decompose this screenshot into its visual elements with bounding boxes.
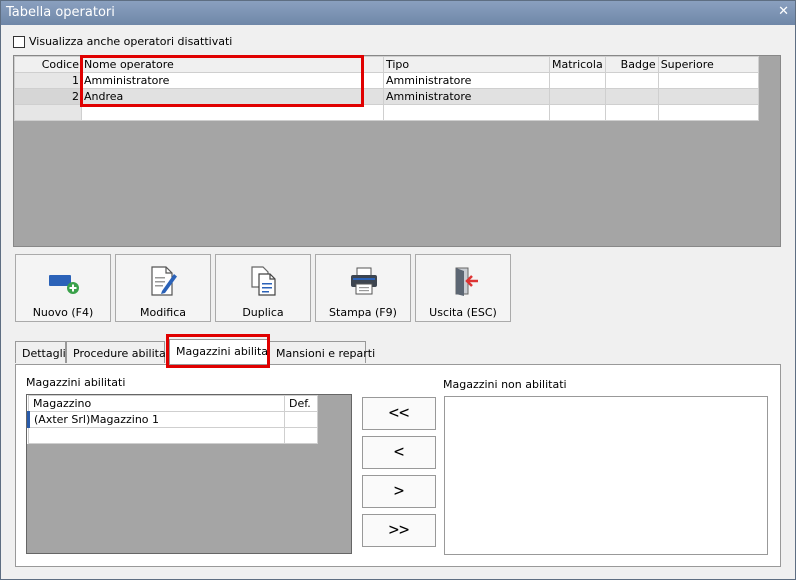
- stampa-label: Stampa (F9): [329, 306, 397, 319]
- col-header-def[interactable]: Def.: [284, 395, 318, 412]
- remove-all-button[interactable]: >>: [362, 514, 436, 547]
- cell-def[interactable]: [284, 411, 318, 428]
- col-header-magazzino[interactable]: Magazzino: [28, 395, 285, 412]
- cell-tipo[interactable]: [383, 104, 550, 121]
- operators-grid[interactable]: Codice Nome operatore Tipo Matricola Bad…: [13, 55, 781, 247]
- add-operator-icon: [49, 275, 79, 294]
- enabled-warehouses-grid[interactable]: Magazzino Def. (Axter Srl)Magazzino 1: [26, 394, 352, 554]
- cell-superiore[interactable]: [657, 104, 759, 121]
- cell-badge[interactable]: [604, 72, 659, 89]
- operators-table: Codice Nome operatore Tipo Matricola Bad…: [14, 56, 759, 121]
- duplica-button[interactable]: Duplica: [215, 254, 311, 322]
- cell-codice[interactable]: [14, 104, 82, 121]
- uscita-label: Uscita (ESC): [429, 306, 497, 319]
- cell-badge[interactable]: [604, 104, 659, 121]
- col-header-superiore[interactable]: Superiore: [657, 56, 759, 73]
- table-row[interactable]: (Axter Srl)Magazzino 1: [27, 411, 318, 428]
- disabled-warehouses-label: Magazzini non abilitati: [443, 378, 567, 391]
- cell-codice[interactable]: 2: [14, 88, 82, 105]
- close-icon[interactable]: ✕: [778, 4, 789, 19]
- show-disabled-checkbox[interactable]: [13, 35, 25, 48]
- empty-row[interactable]: [28, 427, 318, 444]
- stampa-button[interactable]: Stampa (F9): [315, 254, 411, 322]
- show-disabled-row[interactable]: Visualizza anche operatori disattivati: [13, 35, 232, 48]
- cell-superiore[interactable]: [657, 88, 759, 105]
- nuovo-label: Nuovo (F4): [32, 306, 94, 319]
- show-disabled-label: Visualizza anche operatori disattivati: [29, 35, 233, 48]
- enabled-warehouses-table: Magazzino Def. (Axter Srl)Magazzino 1: [27, 395, 318, 444]
- tab-procedure-abilitate[interactable]: Procedure abilitate: [66, 341, 177, 363]
- title-bar: Tabella operatori ✕: [1, 1, 795, 25]
- remove-button[interactable]: >: [362, 475, 436, 508]
- duplica-label: Duplica: [242, 306, 284, 319]
- cell-magazzino[interactable]: (Axter Srl)Magazzino 1: [27, 411, 285, 428]
- cell-nome[interactable]: Amministratore: [81, 72, 384, 89]
- disabled-warehouses-list[interactable]: [444, 396, 768, 555]
- cell-nome[interactable]: [81, 104, 384, 121]
- modifica-button[interactable]: Modifica: [115, 254, 211, 322]
- cell-matricola[interactable]: [549, 72, 606, 89]
- cell-nome[interactable]: Andrea: [81, 88, 384, 105]
- cell-def[interactable]: [284, 427, 318, 444]
- cell-magazzino[interactable]: [28, 427, 285, 444]
- operators-window: Tabella operatori ✕ Visualizza anche ope…: [0, 0, 796, 580]
- grid-header-row: Magazzino Def.: [28, 395, 318, 412]
- window-title: Tabella operatori: [6, 5, 115, 20]
- table-row[interactable]: 1 Amministratore Amministratore: [14, 72, 759, 89]
- printer-icon: [351, 267, 377, 295]
- add-button[interactable]: <: [362, 436, 436, 469]
- edit-document-icon: [151, 266, 177, 296]
- col-header-matricola[interactable]: Matricola: [549, 56, 606, 73]
- exit-door-icon: [455, 267, 478, 296]
- cell-codice[interactable]: 1: [14, 72, 82, 89]
- col-header-codice[interactable]: Codice: [14, 56, 82, 73]
- cell-superiore[interactable]: [657, 72, 759, 89]
- col-header-tipo[interactable]: Tipo: [383, 56, 550, 73]
- tab-mansioni-e-reparti[interactable]: Mansioni e reparti: [269, 341, 375, 363]
- col-header-nome[interactable]: Nome operatore: [81, 56, 384, 73]
- new-entry-row[interactable]: [14, 104, 759, 121]
- col-header-badge[interactable]: Badge: [604, 56, 659, 73]
- cell-matricola[interactable]: [549, 104, 606, 121]
- uscita-button[interactable]: Uscita (ESC): [415, 254, 511, 322]
- enabled-warehouses-label: Magazzini abilitati: [26, 376, 126, 389]
- tab-magazzini-abilitati[interactable]: Magazzini abilitati: [169, 339, 275, 365]
- tab-dettagli[interactable]: Dettagli: [15, 341, 66, 363]
- grid-header-row: Codice Nome operatore Tipo Matricola Bad…: [14, 56, 759, 73]
- magazzini-panel: Magazzini abilitati Magazzini non abilit…: [15, 364, 781, 567]
- add-all-button[interactable]: <<: [362, 397, 436, 430]
- table-row[interactable]: 2 Andrea Amministratore: [14, 88, 759, 105]
- cell-matricola[interactable]: [549, 88, 606, 105]
- cell-tipo[interactable]: Amministratore: [383, 88, 550, 105]
- modifica-label: Modifica: [140, 306, 186, 319]
- nuovo-button[interactable]: Nuovo (F4): [15, 254, 111, 322]
- cell-tipo[interactable]: Amministratore: [383, 72, 550, 89]
- duplicate-icon: [251, 266, 276, 296]
- cell-badge[interactable]: [604, 88, 659, 105]
